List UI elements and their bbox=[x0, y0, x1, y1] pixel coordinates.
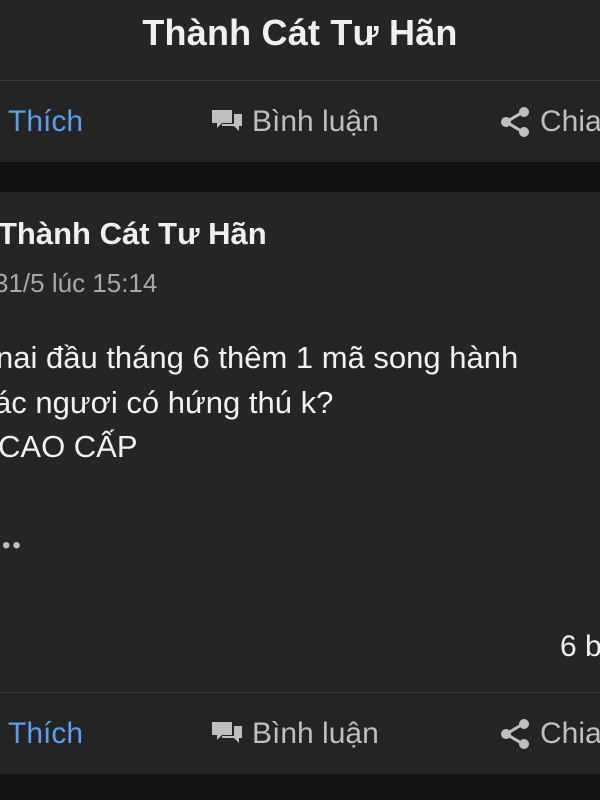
screen: Thành Cát Tư Hãn Thích Bình luận Chia Th… bbox=[0, 0, 600, 800]
post-card: Thành Cát Tư Hãn 31/5 lúc 15:14 nai đầu … bbox=[0, 192, 600, 692]
comment-button[interactable]: Bình luận bbox=[210, 81, 379, 163]
like-button[interactable]: Thích bbox=[8, 81, 83, 163]
see-more-indicator[interactable]: •• bbox=[2, 532, 23, 560]
comment-button[interactable]: Bình luận bbox=[210, 693, 379, 775]
post-action-bar-bottom: Thích Bình luận Chia bbox=[0, 692, 600, 774]
post-action-bar-top: Thích Bình luận Chia bbox=[0, 80, 600, 162]
share-icon bbox=[498, 717, 540, 751]
post-separator bbox=[0, 162, 600, 192]
page-title: Thành Cát Tư Hãn bbox=[142, 12, 458, 53]
comment-label: Bình luận bbox=[252, 105, 379, 138]
comment-label: Bình luận bbox=[252, 717, 379, 750]
share-label: Chia bbox=[540, 717, 600, 750]
share-icon bbox=[498, 105, 540, 139]
post-author[interactable]: Thành Cát Tư Hãn bbox=[0, 216, 267, 252]
comment-icon bbox=[210, 107, 252, 137]
header-bar: Thành Cát Tư Hãn bbox=[0, 0, 600, 80]
post-timestamp[interactable]: 31/5 lúc 15:14 bbox=[0, 268, 157, 299]
like-label: Thích bbox=[8, 717, 84, 750]
post-text-line: CAO CẤP bbox=[0, 429, 138, 464]
share-button[interactable]: Chia bbox=[498, 693, 600, 775]
post-text-line: nai đầu tháng 6 thêm 1 mã song hành bbox=[0, 340, 519, 375]
share-label: Chia bbox=[540, 105, 600, 138]
bottom-separator bbox=[0, 774, 600, 800]
like-button[interactable]: Thích bbox=[8, 693, 83, 775]
comment-icon bbox=[210, 719, 252, 749]
reaction-count[interactable]: 6 b bbox=[560, 630, 600, 664]
post-text-line: ác ngươi có hứng thú k? bbox=[0, 385, 334, 420]
share-button[interactable]: Chia bbox=[498, 81, 600, 163]
like-label: Thích bbox=[8, 105, 84, 138]
